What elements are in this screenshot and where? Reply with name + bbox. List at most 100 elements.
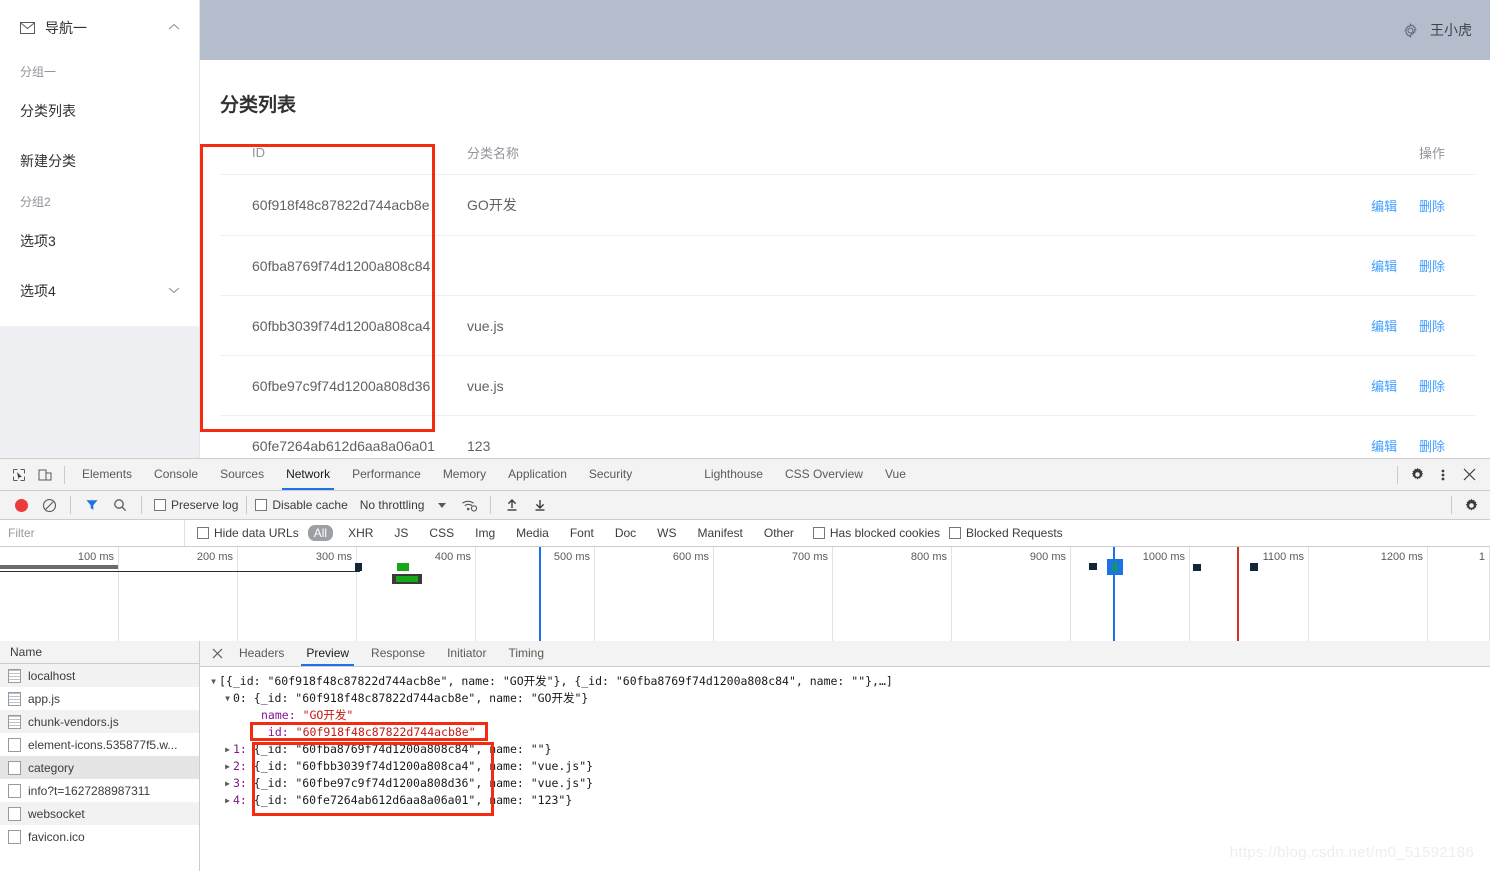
sidebar-item-new-category[interactable]: 新建分类 [0, 136, 200, 186]
tab-application[interactable]: Application [497, 459, 578, 490]
filter-type-img[interactable]: Img [469, 525, 501, 541]
json-value: "GO开发" [302, 708, 354, 722]
edit-button[interactable]: 编辑 [1371, 319, 1397, 334]
tab-response[interactable]: Response [360, 641, 436, 666]
network-conditions-icon[interactable] [456, 492, 482, 518]
document-icon [8, 691, 21, 706]
filter-type-other[interactable]: Other [758, 525, 800, 541]
sidebar-item-nav-one[interactable]: 导航一 [0, 0, 200, 56]
filter-type-media[interactable]: Media [510, 525, 555, 541]
checkbox-box[interactable] [154, 499, 166, 511]
list-item-selected[interactable]: category [0, 756, 199, 779]
tab-css-overview[interactable]: CSS Overview [774, 459, 874, 490]
json-row-root[interactable]: [{_id: "60f918f48c87822d744acb8e", name:… [208, 673, 1490, 690]
filter-type-ws[interactable]: WS [651, 525, 682, 541]
network-settings-gear-icon[interactable] [1458, 492, 1484, 518]
chevron-down-icon[interactable] [168, 285, 180, 297]
disclosure-triangle-icon[interactable] [222, 741, 233, 758]
json-row-node-3[interactable]: 3: {_id: "60fbe97c9f74d1200a808d36", nam… [208, 775, 1490, 792]
tab-memory[interactable]: Memory [432, 459, 497, 490]
delete-button[interactable]: 删除 [1419, 199, 1445, 214]
inspect-element-icon[interactable] [6, 462, 32, 488]
checkbox-box[interactable] [255, 499, 268, 511]
list-item[interactable]: localhost [0, 664, 199, 687]
list-item[interactable]: element-icons.535877f5.w... [0, 733, 199, 756]
timeline-tick: 900 ms [952, 547, 1071, 642]
edit-button[interactable]: 编辑 [1371, 439, 1397, 454]
checkbox-box[interactable] [948, 527, 961, 539]
json-row-node-0[interactable]: 0: {_id: "60f918f48c87822d744acb8e", nam… [208, 690, 1490, 707]
close-icon[interactable] [1456, 462, 1482, 488]
tab-security[interactable]: Security [578, 459, 643, 490]
filter-type-xhr[interactable]: XHR [342, 525, 379, 541]
json-row-node-2[interactable]: 2: {_id: "60fbb3039f74d1200a808ca4", nam… [208, 758, 1490, 775]
sidebar-item-category-list[interactable]: 分类列表 [0, 86, 200, 136]
overview-baseline [0, 571, 360, 572]
chevron-down-icon[interactable] [438, 502, 447, 508]
disable-cache-checkbox[interactable]: Disable cache [255, 498, 348, 512]
tab-console[interactable]: Console [143, 459, 209, 490]
checkbox-box[interactable] [812, 527, 825, 539]
list-item[interactable]: chunk-vendors.js [0, 710, 199, 733]
filter-type-manifest[interactable]: Manifest [692, 525, 749, 541]
has-blocked-cookies-checkbox[interactable]: Has blocked cookies [812, 526, 940, 540]
disclosure-triangle-icon[interactable] [222, 775, 233, 792]
download-har-icon[interactable] [527, 492, 553, 518]
timeline-tick: 200 ms [119, 547, 238, 642]
gear-icon[interactable] [1403, 22, 1418, 38]
tab-lighthouse[interactable]: Lighthouse [693, 459, 774, 490]
edit-button[interactable]: 编辑 [1371, 199, 1397, 214]
tab-elements[interactable]: Elements [71, 459, 143, 490]
close-icon[interactable] [206, 643, 228, 665]
filter-type-all[interactable]: All [307, 525, 334, 541]
tab-performance[interactable]: Performance [341, 459, 432, 490]
more-vertical-icon[interactable] [1430, 462, 1456, 488]
tab-headers[interactable]: Headers [228, 641, 295, 666]
json-row-node-4[interactable]: 4: {_id: "60fe7264ab612d6aa8a06a01", nam… [208, 792, 1490, 809]
edit-button[interactable]: 编辑 [1371, 379, 1397, 394]
upload-har-icon[interactable] [499, 492, 525, 518]
json-node-summary: {_id: "60fba8769f74d1200a808c84", name: … [253, 742, 552, 756]
list-item[interactable]: websocket [0, 802, 199, 825]
delete-button[interactable]: 删除 [1419, 319, 1445, 334]
delete-button[interactable]: 删除 [1419, 439, 1445, 454]
delete-button[interactable]: 删除 [1419, 379, 1445, 394]
filter-input[interactable] [0, 520, 185, 546]
hide-data-urls-checkbox[interactable]: Hide data URLs [197, 526, 299, 540]
disclosure-triangle-icon[interactable] [222, 792, 233, 809]
tab-initiator[interactable]: Initiator [436, 641, 497, 666]
list-item[interactable]: favicon.ico [0, 825, 199, 848]
filter-type-font[interactable]: Font [564, 525, 600, 541]
checkbox-box[interactable] [197, 527, 209, 539]
filter-type-doc[interactable]: Doc [609, 525, 642, 541]
list-item[interactable]: app.js [0, 687, 199, 710]
blocked-requests-checkbox[interactable]: Blocked Requests [948, 526, 1063, 540]
tab-network[interactable]: Network [275, 459, 341, 490]
gear-icon[interactable] [1404, 462, 1430, 488]
filter-icon[interactable] [79, 492, 105, 518]
throttling-select[interactable]: No throttling [360, 498, 447, 512]
disclosure-triangle-icon[interactable] [222, 690, 233, 707]
user-name[interactable]: 王小虎 [1430, 20, 1472, 40]
sidebar-item-option-4[interactable]: 选项4 [0, 266, 200, 316]
clear-icon[interactable] [36, 492, 62, 518]
network-overview-timeline[interactable]: 100 ms 200 ms 300 ms 400 ms 500 ms 600 m… [0, 547, 1490, 642]
filter-type-css[interactable]: CSS [423, 525, 460, 541]
tab-sources[interactable]: Sources [209, 459, 275, 490]
tab-preview[interactable]: Preview [295, 641, 360, 666]
tab-timing[interactable]: Timing [497, 641, 555, 666]
disclosure-triangle-icon[interactable] [222, 758, 233, 775]
filter-type-js[interactable]: JS [388, 525, 414, 541]
disclosure-triangle-icon[interactable] [208, 673, 219, 690]
json-row-node-1[interactable]: 1: {_id: "60fba8769f74d1200a808c84", nam… [208, 741, 1490, 758]
search-icon[interactable] [107, 492, 133, 518]
list-item[interactable]: info?t=1627288987311 [0, 779, 199, 802]
preserve-log-checkbox[interactable]: Preserve log [154, 498, 238, 512]
record-icon[interactable] [8, 492, 34, 518]
delete-button[interactable]: 删除 [1419, 259, 1445, 274]
tab-vue[interactable]: Vue [874, 459, 917, 490]
device-toolbar-icon[interactable] [32, 462, 58, 488]
chevron-up-icon[interactable] [168, 22, 180, 34]
sidebar-item-option-3[interactable]: 选项3 [0, 216, 200, 266]
edit-button[interactable]: 编辑 [1371, 259, 1397, 274]
